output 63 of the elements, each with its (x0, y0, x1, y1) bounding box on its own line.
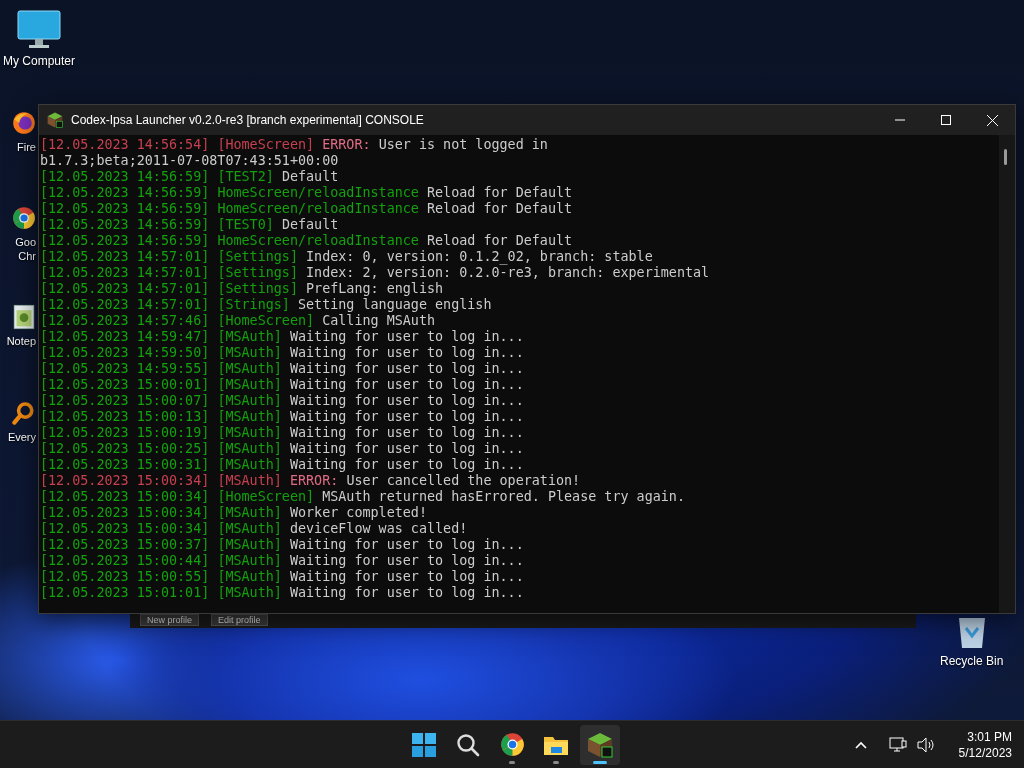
log-line: [12.05.2023 15:00:34] [MSAuth] ERROR: User cancelled the operation! (40, 473, 581, 489)
taskbar-button[interactable] (580, 724, 620, 765)
log-line: [12.05.2023 15:00:07] [MSAuth] Waiting for user to log in... (40, 393, 524, 409)
log-line: [12.05.2023 15:00:34] [HomeScreen] MSAuth returned hasErrored. Please try again. (40, 489, 685, 505)
icon-label: Recycle Bin (940, 654, 1004, 668)
icon-label: Every (7, 430, 36, 444)
profile-button[interactable]: New profile (140, 614, 200, 626)
search-icon (456, 732, 480, 757)
log-line: [12.05.2023 15:00:31] [MSAuth] Waiting for user to log in... (40, 457, 524, 473)
log-line: [12.05.2023 14:56:59] [TEST2] Default (40, 169, 339, 185)
desktop-icon[interactable]: Goo Chr (0, 205, 36, 263)
log-line: [12.05.2023 14:57:01] [Strings] Setting language english (40, 297, 492, 313)
log-line: [12.05.2023 14:56:54] [HomeScreen] ERROR: User is not logged in (40, 137, 548, 153)
desktop-icon[interactable]: Every (0, 400, 36, 444)
log-line: [12.05.2023 14:57:01] [Settings] Index: 0, version: 0.1.2_02, branch: stable (40, 249, 653, 265)
firefox-icon (12, 110, 36, 136)
grass-block-icon (587, 731, 613, 758)
log-line: [12.05.2023 14:57:01] [Settings] Index: 2, version: 0.2.0-re3, branch: experimental (40, 265, 710, 281)
log-line: [12.05.2023 15:00:13] [MSAuth] Waiting for user to log in... (40, 409, 524, 425)
icon-label: Fire (17, 140, 36, 154)
log-line: [12.05.2023 15:00:37] [MSAuth] Waiting for user to log in... (40, 537, 524, 553)
icon-label: My Computer (3, 54, 75, 68)
icon-label: Notep (6, 334, 36, 348)
chrome-icon (12, 205, 36, 231)
log-line: [12.05.2023 14:56:59] HomeScreen/reloadInstance Reload for Default (40, 233, 573, 249)
desktop-icon[interactable]: Notep (0, 304, 36, 348)
log-line: [12.05.2023 15:00:01] [MSAuth] Waiting for user to log in... (40, 377, 524, 393)
notepad-icon (12, 304, 36, 330)
desktop-icon[interactable]: My Computer (0, 10, 78, 68)
log-line: [12.05.2023 14:56:59] HomeScreen/reloadInstance Reload for Default (40, 185, 573, 201)
clock-date[interactable]: 5/12/2023 (958, 744, 1012, 761)
network-icon[interactable] (888, 736, 907, 753)
log-line: [12.05.2023 14:59:55] [MSAuth] Waiting for user to log in... (40, 361, 524, 377)
volume-icon[interactable] (916, 736, 935, 753)
log-line: [12.05.2023 15:01:01] [MSAuth] Waiting for user to log in... (40, 585, 524, 601)
log-line: [12.05.2023 15:00:44] [MSAuth] Waiting for user to log in... (40, 553, 524, 569)
log-line: [12.05.2023 15:00:25] [MSAuth] Waiting for user to log in... (40, 441, 524, 457)
clock-time[interactable]: 3:01 PM (967, 728, 1012, 745)
log-line: [12.05.2023 14:57:46] [HomeScreen] Calling MSAuth (40, 313, 436, 329)
log-line: [12.05.2023 14:56:59] [TEST0] Default (40, 217, 339, 233)
app-icon (47, 112, 63, 128)
window-title: Codex-Ipsa Launcher v0.2.0-re3 [branch experimental] CONSOLE (71, 113, 425, 127)
log-line: [12.05.2023 14:59:50] [MSAuth] Waiting for user to log in... (40, 345, 524, 361)
log-line: [12.05.2023 15:00:34] [MSAuth] Worker completed! (40, 505, 427, 521)
maximize-icon (941, 115, 951, 125)
close-icon (986, 114, 998, 126)
log-line: [12.05.2023 15:00:19] [MSAuth] Waiting for user to log in... (40, 425, 524, 441)
icon-label: Goo Chr (15, 235, 36, 263)
log-line: [12.05.2023 14:56:59] HomeScreen/reloadInstance Reload for Default (40, 201, 573, 217)
monitor-icon (17, 10, 61, 50)
log-line: [12.05.2023 14:57:01] [Settings] PrefLang: english (40, 281, 444, 297)
log-line: [12.05.2023 15:00:34] [MSAuth] deviceFlow was called! (40, 521, 468, 537)
scrollbar[interactable] (999, 135, 1015, 613)
desktop-icon[interactable]: Fire (0, 110, 36, 154)
profile-button[interactable]: Edit profile (211, 614, 268, 626)
log-line: b1.7.3;beta;2011-07-08T07:43:51+00:00 (40, 153, 339, 169)
minimize-icon (895, 119, 905, 121)
log-line: [12.05.2023 14:59:47] [MSAuth] Waiting for user to log in... (40, 329, 524, 345)
magnifier-icon (12, 400, 36, 426)
chrome-icon (499, 732, 525, 757)
log-line: [12.05.2023 15:00:55] [MSAuth] Waiting for user to log in... (40, 569, 524, 585)
windows-logo-icon (412, 732, 436, 757)
chevron-up-icon[interactable] (854, 740, 867, 749)
